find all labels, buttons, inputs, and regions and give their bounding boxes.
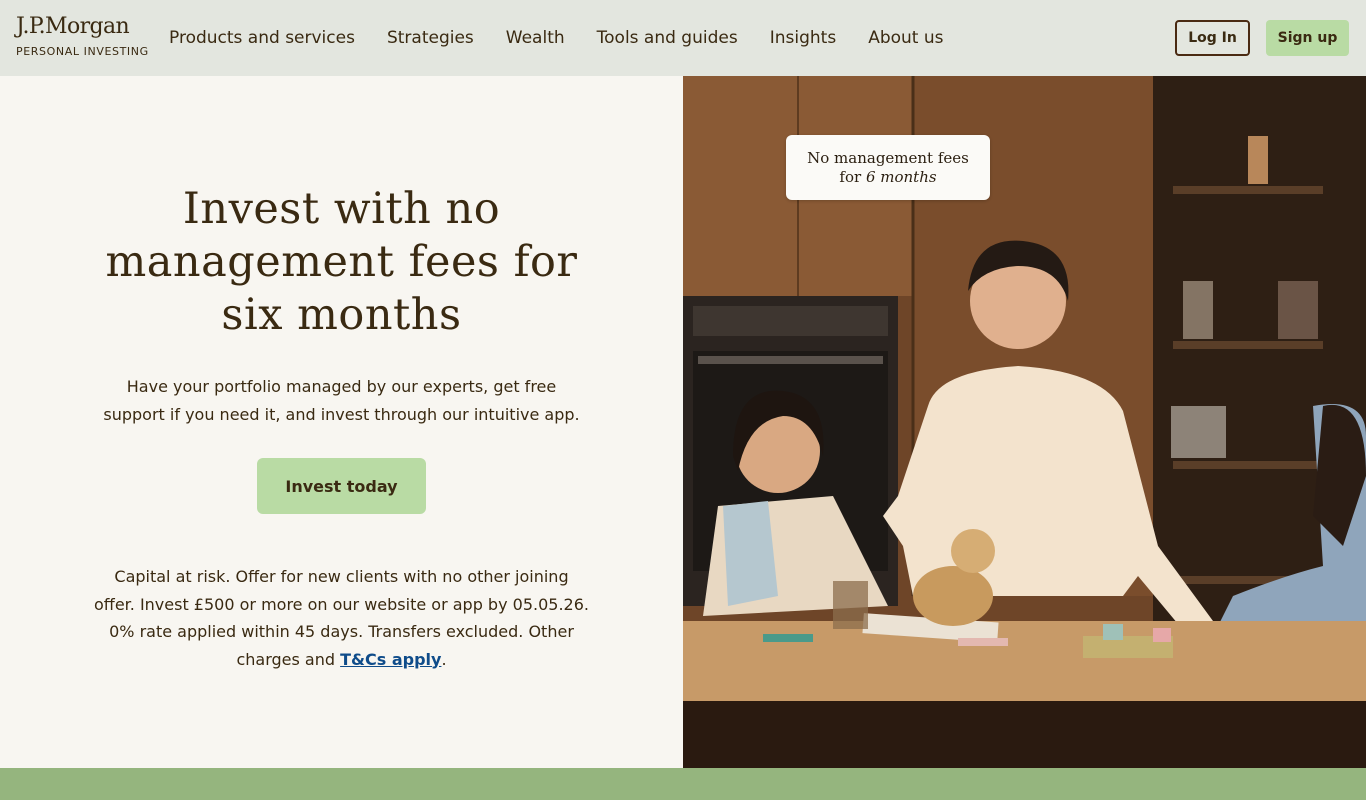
nav-tools-and-guides[interactable]: Tools and guides: [597, 27, 738, 49]
disclaimer-line: 0% rate applied within 45 days. Transfer…: [109, 622, 574, 641]
nav-products-and-services[interactable]: Products and services: [169, 27, 355, 49]
login-button[interactable]: Log In: [1175, 20, 1250, 56]
nav-strategies[interactable]: Strategies: [387, 27, 474, 49]
promo-line-1: No management fees: [807, 148, 969, 167]
promo-line-2-emphasis: 6 months: [865, 167, 937, 186]
promo-line-2-prefix: for: [839, 167, 866, 186]
jpmorgan-logo[interactable]: J.P.Morgan PERSONAL INVESTING: [16, 14, 149, 59]
no-fees-promo-badge: No management fees for 6 months: [786, 135, 990, 200]
promo-line-2: for 6 months: [839, 168, 936, 187]
hero-subtitle-line: Have your portfolio managed by our exper…: [126, 377, 557, 396]
signup-button[interactable]: Sign up: [1266, 20, 1349, 56]
hero-subtitle-line: support if you need it, and invest throu…: [103, 405, 580, 424]
nav-insights[interactable]: Insights: [770, 27, 836, 49]
nav-about-us[interactable]: About us: [868, 27, 943, 49]
disclaimer-suffix: .: [441, 649, 447, 669]
logo-wordmark: J.P.Morgan: [16, 14, 130, 39]
disclaimer-line: Capital at risk. Offer for new clients w…: [114, 567, 569, 586]
hero-subtitle: Have your portfolio managed by our exper…: [80, 373, 603, 429]
hero-title: Invest with no management fees for six m…: [0, 183, 683, 342]
disclaimer-line: offer. Invest £500 or more on our websit…: [94, 594, 589, 614]
nav-wealth[interactable]: Wealth: [506, 27, 565, 49]
hero-title-line: management fees for: [105, 237, 578, 287]
disclaimer-line: charges and: [236, 649, 341, 669]
logo-subtitle: PERSONAL INVESTING: [16, 45, 149, 58]
tcs-apply-link[interactable]: T&Cs apply: [340, 650, 441, 669]
invest-today-button[interactable]: Invest today: [257, 458, 426, 514]
main-nav: Products and services Strategies Wealth …: [169, 27, 975, 49]
hero-content: Invest with no management fees for six m…: [0, 76, 683, 768]
bottom-accent-band: [0, 768, 1366, 800]
site-header: J.P.Morgan PERSONAL INVESTING Products a…: [0, 0, 1366, 76]
risk-disclaimer: Capital at risk. Offer for new clients w…: [70, 563, 613, 673]
hero-title-line: six months: [221, 290, 462, 340]
hero-title-line: Invest with no: [182, 184, 501, 234]
